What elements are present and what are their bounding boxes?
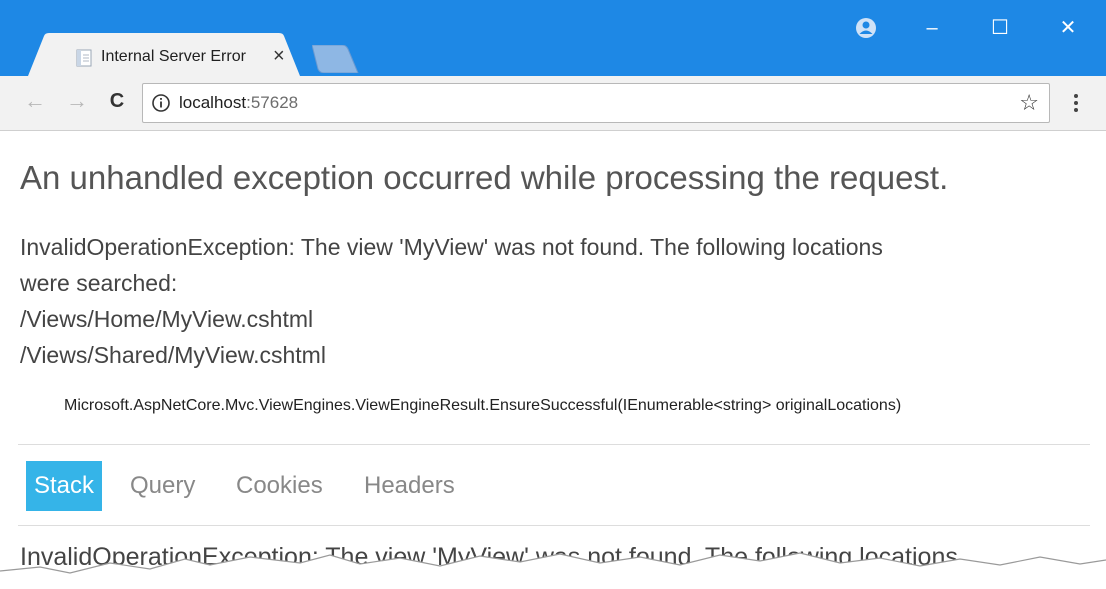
forward-button[interactable]: → [62,86,92,116]
tab-title: Internal Server Error [101,48,246,65]
exception-source-location: Microsoft.AspNetCore.Mvc.ViewEngines.Vie… [64,397,902,414]
back-button[interactable]: ← [20,86,50,116]
reload-button[interactable]: C [102,86,132,116]
browser-tab[interactable]: Internal Server Error × [28,33,300,76]
user-account-icon[interactable] [855,17,877,39]
info-icon[interactable] [151,93,171,113]
url-port: :57628 [246,93,299,112]
torn-edge [0,552,1106,589]
exception-line: were searched: [20,270,178,296]
tab-query[interactable]: Query [130,461,195,511]
divider [18,444,1090,445]
exception-message: InvalidOperationException: The view 'MyV… [20,229,1070,373]
close-window-button[interactable]: ✕ [1048,14,1088,42]
address-bar[interactable]: localhost:57628 ☆ [142,83,1050,123]
tab-headers[interactable]: Headers [364,461,455,511]
page-content: An unhandled exception occurred while pr… [0,131,1106,589]
browser-toolbar: ← → C localhost:57628 ☆ [0,76,1106,131]
exception-line: InvalidOperationException: The view 'MyV… [20,234,883,260]
new-tab-button[interactable] [312,45,362,73]
tab-cookies[interactable]: Cookies [236,461,323,511]
more-menu-icon[interactable] [1066,89,1086,117]
document-icon [76,49,92,67]
title-bar: Internal Server Error × – ☐ ✕ [0,0,1106,76]
url-host: localhost [179,93,247,112]
tab-stack[interactable]: Stack [26,461,103,511]
page-title: An unhandled exception occurred while pr… [20,159,949,196]
searched-location: /Views/Shared/MyView.cshtml [20,342,326,368]
maximize-button[interactable]: ☐ [980,14,1020,42]
minimize-button[interactable]: – [912,14,952,42]
bookmark-star-icon[interactable]: ☆ [1019,90,1039,116]
url-text[interactable]: localhost:57628 [179,93,298,113]
tab-close-icon[interactable]: × [273,45,285,68]
searched-location: /Views/Home/MyView.cshtml [20,306,314,332]
divider [18,525,1090,526]
